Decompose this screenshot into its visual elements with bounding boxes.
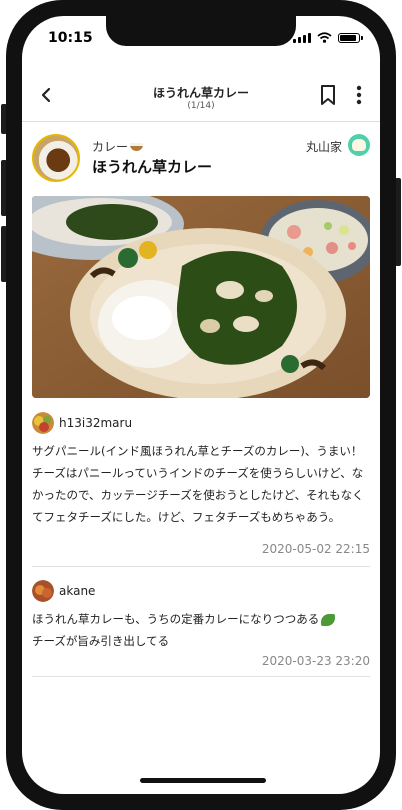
comment-username[interactable]: akane [59, 584, 95, 598]
comment-text: ほうれん草カレーも、うちの定番カレーになりつつある チーズが旨み引き出してる [32, 608, 370, 652]
wifi-icon [317, 32, 332, 43]
user-avatar[interactable] [32, 580, 54, 602]
comment-text: サグパニール(インド風ほうれん草とチーズのカレー)、うまい！チーズはパニールって… [32, 444, 364, 524]
comment-timestamp: 2020-03-23 23:20 [261, 654, 370, 668]
comment-username[interactable]: h13i32maru [59, 416, 132, 430]
notch [106, 16, 296, 46]
comment-divider [32, 566, 370, 567]
recipe-header: カレー ほうれん草カレー 丸山家 [32, 134, 370, 188]
home-indicator[interactable] [140, 778, 266, 783]
recipe-category: カレー [92, 138, 144, 155]
comment-text-line2: チーズが旨み引き出してる [32, 634, 170, 648]
user-avatar[interactable] [32, 412, 54, 434]
lettuce-icon [321, 613, 336, 626]
app-screen: 10:15 ほうれん草カレー (1/14) カレー ほうれん草カレー 丸山家 h… [22, 16, 380, 794]
curry-icon [130, 142, 144, 151]
comment-text-line1: ほうれん草カレーも、うちの定番カレーになりつつある [32, 612, 320, 626]
cellular-signal-icon [293, 32, 311, 43]
phone-frame: 10:15 ほうれん草カレー (1/14) カレー ほうれん草カレー 丸山家 h… [6, 0, 396, 810]
recipe-thumbnail [32, 134, 80, 182]
more-options-icon[interactable] [355, 84, 363, 106]
owner-name[interactable]: 丸山家 [306, 138, 342, 155]
battery-icon [338, 32, 363, 43]
category-label: カレー [92, 140, 129, 154]
curry-plate-photo [32, 196, 370, 398]
status-time: 10:15 [48, 30, 93, 46]
bookmark-icon[interactable] [319, 84, 337, 106]
owner-avatar[interactable] [348, 134, 370, 156]
status-icons [293, 32, 363, 43]
comment-divider [32, 676, 370, 677]
comment-timestamp: 2020-05-02 22:15 [261, 542, 370, 556]
recipe-title: ほうれん草カレー [92, 158, 213, 176]
navigation-bar: ほうれん草カレー (1/14) [22, 66, 380, 122]
recipe-photo [32, 196, 370, 398]
